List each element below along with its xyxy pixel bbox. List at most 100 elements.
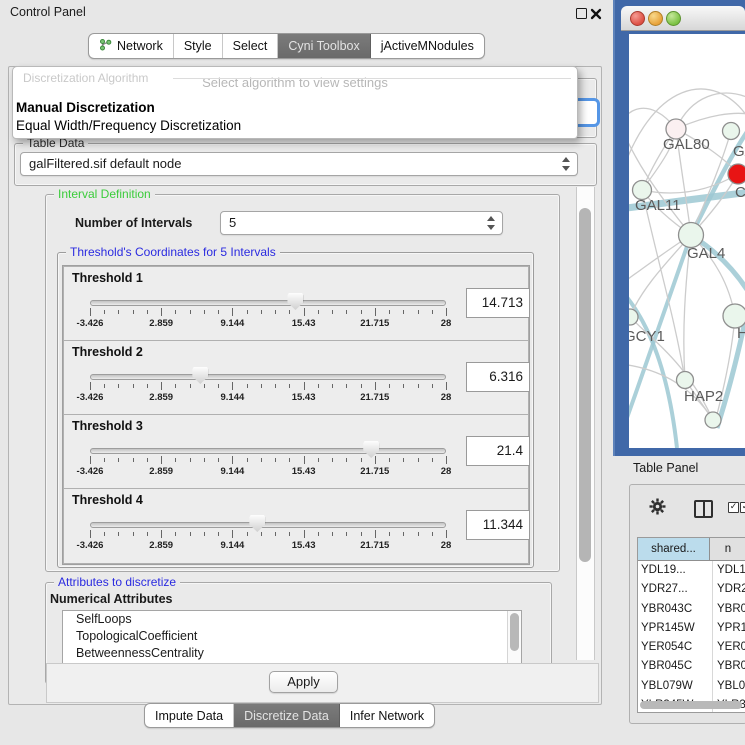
table-panel-title: Table Panel xyxy=(633,461,698,475)
column-header-name[interactable]: n xyxy=(710,538,745,560)
popup-item-manual-discretization[interactable]: Manual Discretization xyxy=(16,100,155,115)
tab-discretize-data[interactable]: Discretize Data xyxy=(234,704,340,727)
cell[interactable]: YDR2 xyxy=(713,580,745,599)
tick-mark xyxy=(446,456,447,464)
number-of-intervals-combobox[interactable]: 5 xyxy=(220,211,503,235)
checkbox-icon[interactable]: ✓ xyxy=(728,502,739,513)
threshold-1-value[interactable]: 14.713 xyxy=(466,288,530,318)
tick-mark xyxy=(133,532,134,536)
node-bottom[interactable] xyxy=(705,412,721,428)
list-item-selfloops[interactable]: SelfLoops xyxy=(63,611,521,628)
tick-mark xyxy=(104,310,105,314)
tab-impute-data[interactable]: Impute Data xyxy=(145,704,234,727)
tab-label: Network xyxy=(117,39,163,53)
column-header-shared-name[interactable]: shared... xyxy=(638,538,710,560)
tick-mark xyxy=(261,458,262,462)
tick-mark xyxy=(432,384,433,388)
slider-track[interactable] xyxy=(90,448,446,454)
cell[interactable]: YPR145W xyxy=(638,619,713,638)
threshold-4-value[interactable]: 11.344 xyxy=(466,510,530,540)
tick-mark xyxy=(247,384,248,388)
list-scrollbar[interactable] xyxy=(507,611,521,664)
cell[interactable]: YDL1 xyxy=(713,561,745,580)
settings-scrollbar-thumb[interactable] xyxy=(579,208,591,562)
minimize-traffic-light[interactable] xyxy=(648,11,663,26)
combo-arrows-icon xyxy=(561,157,570,171)
tick-mark xyxy=(389,384,390,388)
cell[interactable]: YBL0 xyxy=(713,677,745,696)
cell[interactable]: YBR0 xyxy=(713,600,745,619)
slider-track[interactable] xyxy=(90,374,446,380)
tick-mark xyxy=(304,382,305,390)
cell[interactable]: YBR0 xyxy=(713,657,745,676)
tick-mark xyxy=(218,310,219,314)
list-scrollbar-thumb[interactable] xyxy=(510,613,519,651)
list-item-topologicalcoefficient[interactable]: TopologicalCoefficient xyxy=(63,628,521,645)
numerical-attributes-list[interactable]: SelfLoops TopologicalCoefficient Between… xyxy=(62,610,522,665)
table-row[interactable]: YPR145WYPR1 xyxy=(638,619,745,638)
cell[interactable]: YBL079W xyxy=(638,677,713,696)
tab-label: jActiveMNodules xyxy=(381,39,474,53)
table-row[interactable]: YDR27...YDR2 xyxy=(638,580,745,599)
node-label: GAL4 xyxy=(687,245,725,262)
close-icon[interactable] xyxy=(590,7,602,19)
tab-style[interactable]: Style xyxy=(174,34,223,58)
threshold-3-value[interactable]: 21.4 xyxy=(466,436,530,466)
node-red-selected[interactable] xyxy=(728,164,745,184)
cell[interactable]: YBR043C xyxy=(638,600,713,619)
tick-mark xyxy=(147,310,148,314)
node-hap2[interactable] xyxy=(677,372,694,389)
tick-mark xyxy=(204,458,205,462)
list-item-betweennesscentrality[interactable]: BetweennessCentrality xyxy=(63,645,521,662)
node-top-right[interactable] xyxy=(723,123,740,140)
cell[interactable]: YER0 xyxy=(713,638,745,657)
tick-mark xyxy=(332,384,333,388)
tab-select[interactable]: Select xyxy=(223,34,279,58)
tick-mark xyxy=(161,308,162,316)
close-traffic-light[interactable] xyxy=(630,11,645,26)
cell[interactable]: YDR27... xyxy=(638,580,713,599)
threshold-2-value[interactable]: 6.316 xyxy=(466,362,530,392)
tick-mark xyxy=(403,384,404,388)
zoom-traffic-light[interactable] xyxy=(666,11,681,26)
table-row[interactable]: YBL079WYBL0 xyxy=(638,677,745,696)
tick-mark xyxy=(218,384,219,388)
float-window-icon[interactable] xyxy=(576,8,587,19)
table-row[interactable]: YBR043CYBR0 xyxy=(638,600,745,619)
tick-mark xyxy=(204,310,205,314)
tick-mark xyxy=(418,384,419,388)
network-canvas[interactable]: GAL80 GA GAL11 C GAL4 GCY1 HA HAP2 xyxy=(629,34,745,448)
tick-mark xyxy=(90,530,91,538)
tick-mark xyxy=(147,458,148,462)
cell[interactable]: YBR045C xyxy=(638,657,713,676)
tick-mark xyxy=(90,382,91,390)
tick-mark xyxy=(289,458,290,462)
checkbox-icon[interactable]: ✓ xyxy=(740,502,745,513)
table-hscrollbar-thumb[interactable] xyxy=(640,701,742,709)
network-window-titlebar[interactable] xyxy=(621,6,745,31)
node-gal4[interactable] xyxy=(679,223,704,248)
tick-mark xyxy=(275,384,276,388)
tick-mark xyxy=(318,384,319,388)
popup-item-equal-width-frequency[interactable]: Equal Width/Frequency Discretization xyxy=(16,118,241,133)
slider-track[interactable] xyxy=(90,300,446,306)
column-visibility-icon[interactable] xyxy=(694,500,713,518)
table-row[interactable]: YBR045CYBR0 xyxy=(638,657,745,676)
table-row[interactable]: YER054CYER0 xyxy=(638,638,745,657)
slider-track[interactable] xyxy=(90,522,446,528)
tab-cyni-toolbox[interactable]: Cyni Toolbox xyxy=(278,34,370,58)
cell[interactable]: YDL19... xyxy=(638,561,713,580)
apply-button[interactable]: Apply xyxy=(269,671,338,693)
table-row[interactable]: YDL19...YDL1 xyxy=(638,561,745,580)
cell[interactable]: YER054C xyxy=(638,638,713,657)
tick-mark xyxy=(446,530,447,538)
tick-mark xyxy=(432,310,433,314)
table-data-combobox[interactable]: galFiltered.sif default node xyxy=(20,152,578,176)
tab-jactivemnodules[interactable]: jActiveMNodules xyxy=(371,34,484,58)
tick-label: 15.43 xyxy=(292,318,316,329)
tab-network[interactable]: Network xyxy=(89,34,174,58)
gear-icon[interactable] xyxy=(649,498,666,520)
cell[interactable]: YPR1 xyxy=(713,619,745,638)
tick-mark xyxy=(446,382,447,390)
tab-infer-network[interactable]: Infer Network xyxy=(340,704,434,727)
